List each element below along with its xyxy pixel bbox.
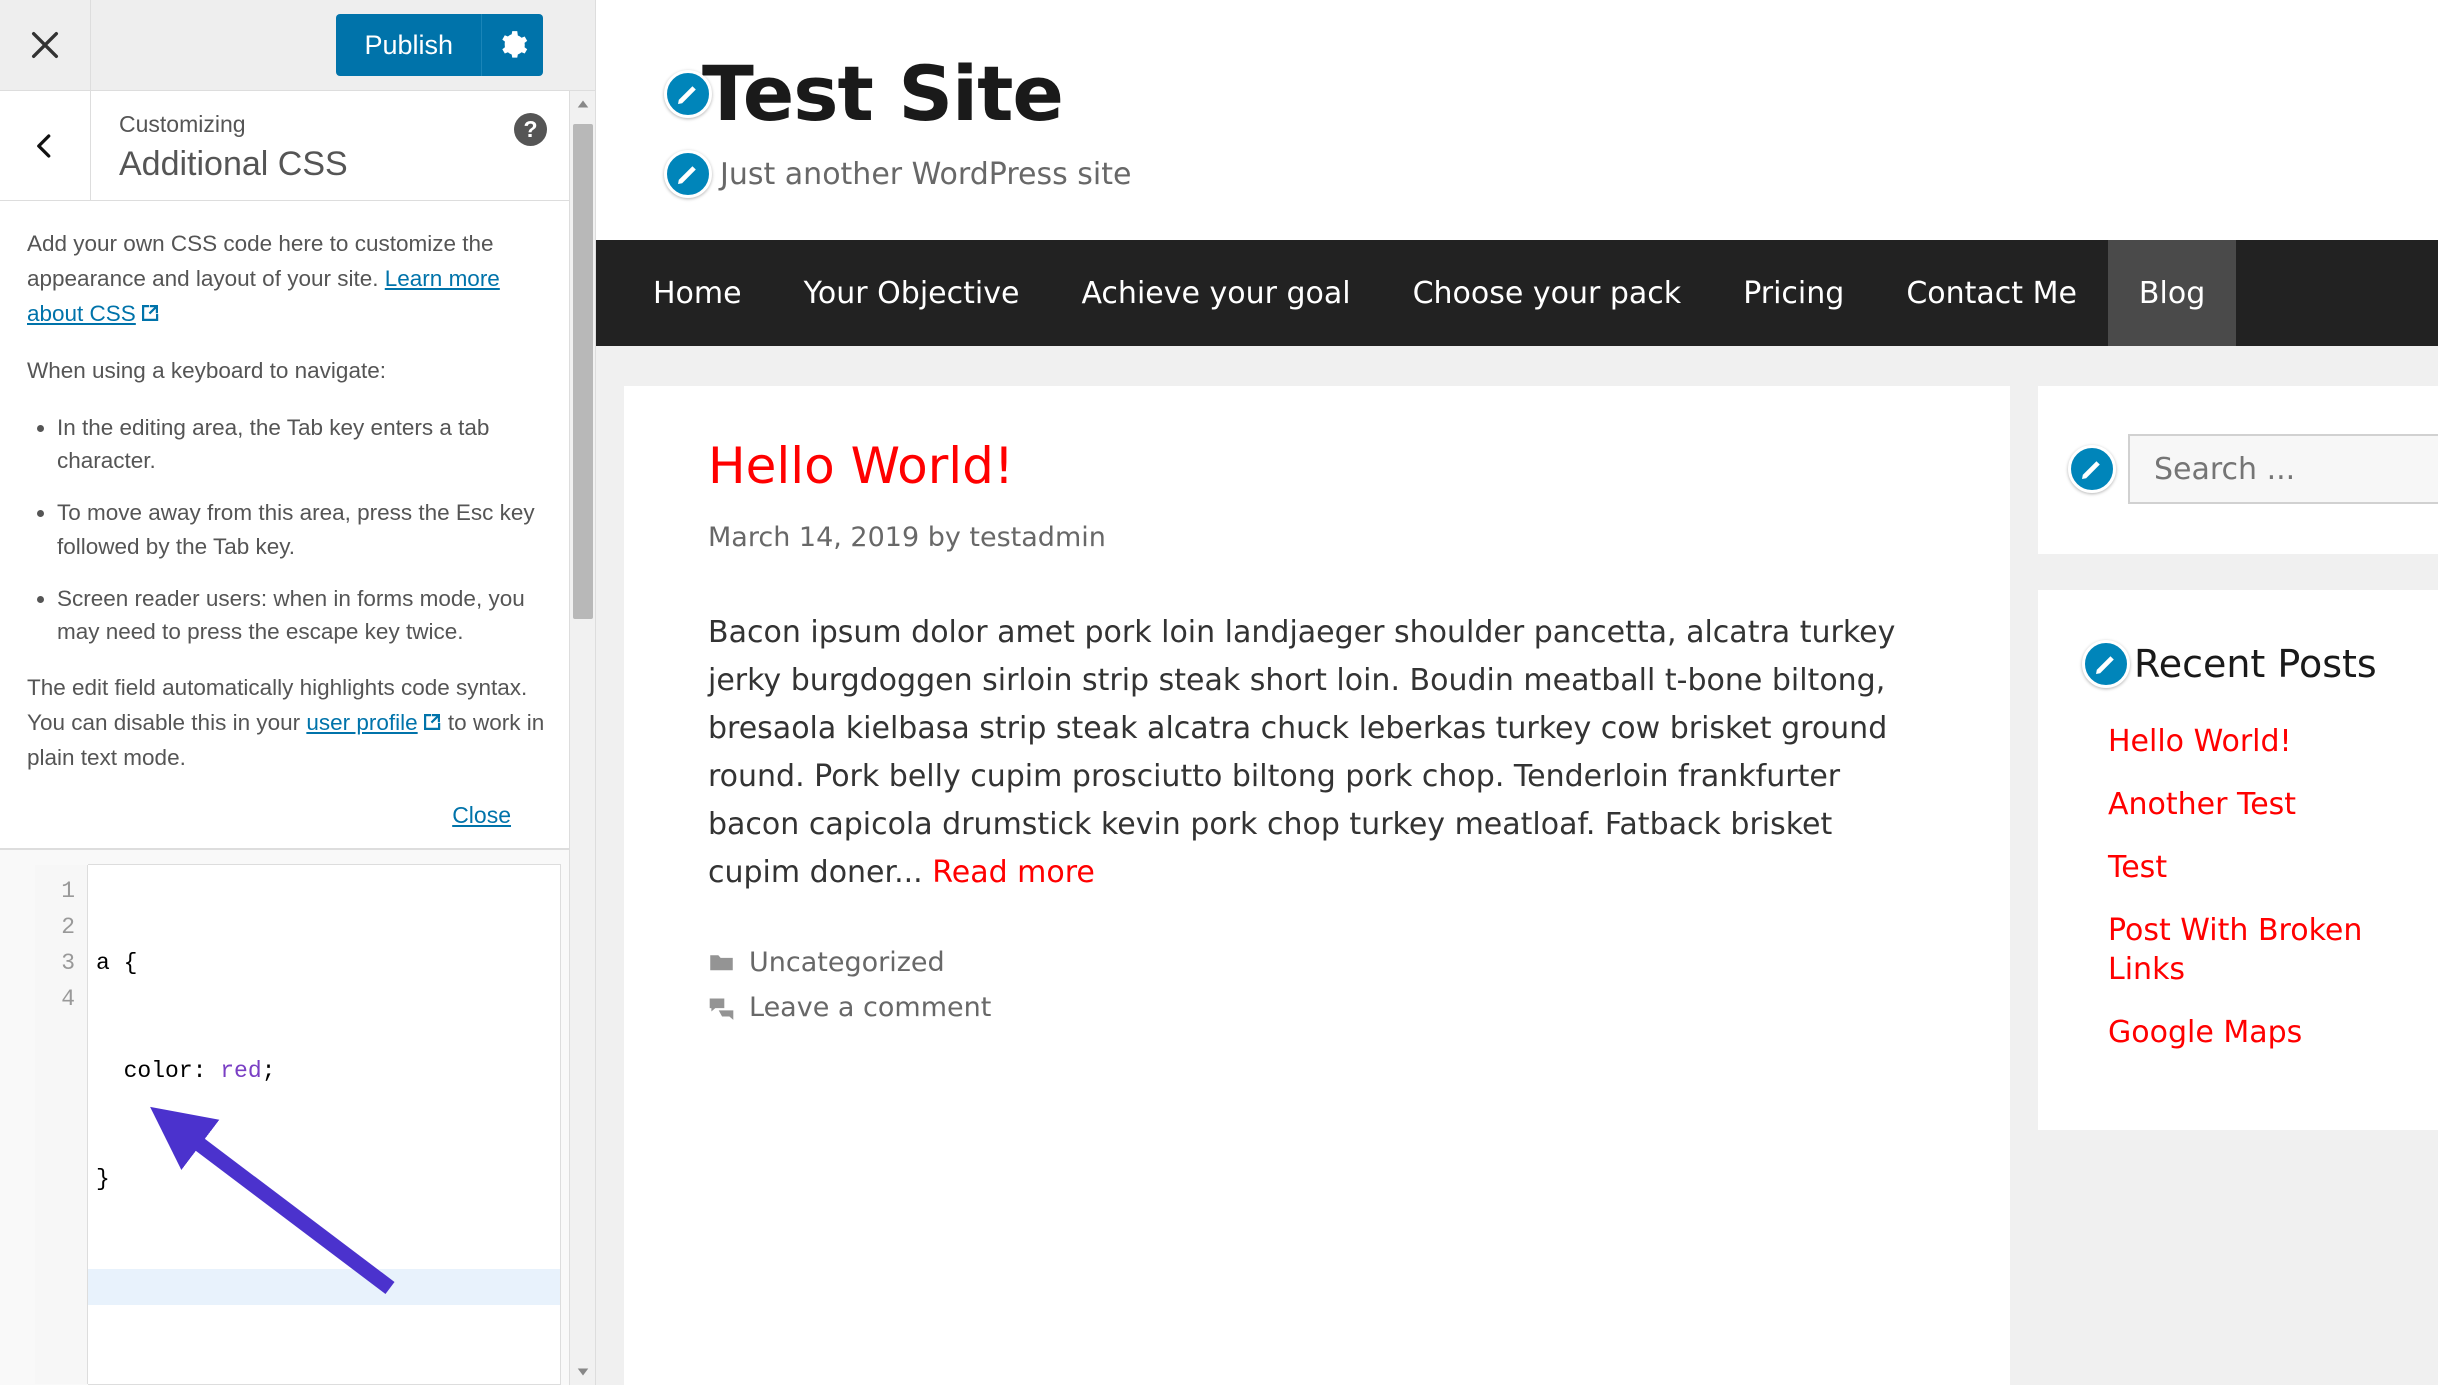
list-item[interactable]: Post With Broken Links — [2108, 911, 2394, 989]
list-item: Screen reader users: when in forms mode,… — [57, 582, 555, 650]
site-preview: Test Site Just another WordPress site Ho… — [596, 0, 2438, 1385]
syntax-highlight-paragraph: The edit field automatically highlights … — [27, 671, 555, 776]
pencil-edit-icon-title[interactable] — [664, 70, 712, 118]
post-comment-row: Leave a comment — [708, 992, 1930, 1023]
customizer-scrollbar[interactable] — [569, 91, 595, 1385]
css-value: red — [220, 1058, 262, 1084]
site-title-row: Test Site — [664, 56, 2438, 132]
customizer-body: Add your own CSS code here to customize … — [0, 201, 595, 1385]
list-item: To move away from this area, press the E… — [57, 496, 555, 564]
search-widget — [2038, 386, 2438, 554]
code-line: color: red; — [96, 1053, 560, 1089]
close-link[interactable]: Close — [452, 802, 511, 828]
post-category-link[interactable]: Uncategorized — [749, 947, 945, 978]
chevron-left-icon — [37, 133, 51, 158]
pencil-edit-icon-search[interactable] — [2068, 445, 2116, 493]
line-number: 3 — [61, 950, 75, 976]
keyboard-bullets: In the editing area, the Tab key enters … — [57, 411, 555, 650]
code-line: a { — [96, 950, 138, 976]
nav-item-blog[interactable]: Blog — [2107, 240, 2237, 346]
nav-item-choose-your-pack[interactable]: Choose your pack — [1382, 240, 1713, 346]
user-profile-link[interactable]: user profile — [306, 710, 417, 735]
list-item[interactable]: Hello World! — [2108, 722, 2394, 761]
site-tagline: Just another WordPress site — [720, 156, 1132, 192]
scroll-down-icon[interactable] — [570, 1359, 596, 1385]
sidebar-widgets: Recent Posts Hello World! Another Test T… — [2038, 386, 2438, 1385]
close-icon[interactable] — [0, 0, 91, 90]
pencil-icon-glyph — [2082, 461, 2100, 479]
nav-item-achieve-your-goal[interactable]: Achieve your goal — [1050, 240, 1381, 346]
nav-item-pricing[interactable]: Pricing — [1712, 240, 1875, 346]
search-input[interactable] — [2128, 434, 2438, 504]
nav-item-your-objective[interactable]: Your Objective — [773, 240, 1051, 346]
line-number: 1 — [61, 878, 75, 904]
scroll-up-icon[interactable] — [570, 91, 596, 117]
post-excerpt: Bacon ipsum dolor amet pork loin landjae… — [708, 609, 1930, 897]
post-ellipsis: ... — [894, 855, 933, 890]
recent-posts-title-row: Recent Posts — [2082, 640, 2394, 688]
main-content-column: Hello World! March 14, 2019 by testadmin… — [624, 386, 2010, 1385]
pencil-icon-glyph — [678, 86, 696, 104]
line-number: 4 — [61, 986, 75, 1012]
pencil-icon-glyph — [678, 166, 696, 184]
comments-icon — [709, 998, 734, 1020]
line-number-gutter: 1 2 3 4 — [35, 865, 88, 1384]
page-title: Additional CSS — [119, 144, 348, 183]
publish-area: Publish — [91, 0, 595, 90]
post-excerpt-text: Bacon ipsum dolor amet pork loin landjae… — [708, 615, 1896, 890]
list-item: In the editing area, the Tab key enters … — [57, 411, 555, 479]
pencil-icon-glyph — [2096, 656, 2114, 674]
post-title[interactable]: Hello World! — [708, 436, 1930, 496]
pencil-edit-icon-recent-posts[interactable] — [2082, 640, 2130, 688]
post-footer: Uncategorized Leave a comment — [708, 947, 1930, 1023]
publish-button[interactable]: Publish — [336, 14, 481, 76]
recent-posts-title: Recent Posts — [2134, 642, 2377, 686]
customizer-panel-header: Customizing Additional CSS ? — [0, 91, 595, 201]
code-line-active — [88, 1269, 560, 1305]
code-line: } — [96, 1166, 110, 1192]
pencil-edit-icon-tagline[interactable] — [664, 150, 712, 198]
customizer-topbar: Publish — [0, 0, 595, 91]
customizer-sidebar: Publish Customizing Additional CSS ? Add… — [0, 0, 596, 1385]
css-property: color: — [96, 1058, 221, 1084]
css-code-editor[interactable]: 1 2 3 4 a { color: red; } — [35, 864, 561, 1385]
content-area: Hello World! March 14, 2019 by testadmin… — [596, 346, 2438, 1385]
leave-comment-link[interactable]: Leave a comment — [749, 992, 991, 1023]
gear-icon[interactable] — [481, 14, 543, 76]
panel-titles: Customizing Additional CSS ? — [91, 91, 595, 200]
publish-group: Publish — [336, 14, 543, 76]
help-icon[interactable]: ? — [514, 113, 547, 146]
nav-item-home[interactable]: Home — [622, 240, 773, 346]
site-tagline-row: Just another WordPress site — [664, 150, 2438, 198]
folder-icon — [710, 955, 733, 971]
site-header: Test Site Just another WordPress site — [596, 0, 2438, 240]
list-item[interactable]: Test — [2108, 848, 2394, 887]
primary-navigation: Home Your Objective Achieve your goal Ch… — [596, 240, 2438, 346]
css-description: Add your own CSS code here to customize … — [0, 201, 595, 849]
keyboard-heading: When using a keyboard to navigate: — [27, 357, 386, 383]
close-icon-glyph — [31, 31, 59, 59]
post-category-row: Uncategorized — [708, 947, 1930, 978]
back-button[interactable] — [0, 91, 91, 200]
css-semicolon: ; — [261, 1058, 276, 1084]
line-number: 2 — [61, 914, 75, 940]
list-item[interactable]: Another Test — [2108, 785, 2394, 824]
css-editor-wrap: 1 2 3 4 a { color: red; } — [0, 849, 595, 1385]
intro-paragraph: Add your own CSS code here to customize … — [27, 227, 555, 332]
recent-posts-list: Hello World! Another Test Test Post With… — [2082, 722, 2394, 1052]
code-lines[interactable]: a { color: red; } — [88, 865, 560, 1377]
post-meta: March 14, 2019 by testadmin — [708, 522, 1106, 553]
list-item[interactable]: Google Maps — [2108, 1013, 2394, 1052]
close-link-row: Close — [27, 798, 555, 834]
customizer-app: Publish Customizing Additional CSS ? Add… — [0, 0, 2438, 1385]
external-link-icon — [140, 299, 160, 321]
read-more-link[interactable]: Read more — [932, 855, 1095, 890]
site-title: Test Site — [702, 49, 1064, 138]
scrollbar-thumb[interactable] — [573, 124, 593, 619]
external-link-icon — [422, 708, 442, 730]
nav-item-contact-me[interactable]: Contact Me — [1875, 240, 2108, 346]
recent-posts-widget: Recent Posts Hello World! Another Test T… — [2038, 590, 2438, 1130]
gear-icon-glyph — [501, 31, 527, 58]
search-row — [2038, 434, 2438, 504]
